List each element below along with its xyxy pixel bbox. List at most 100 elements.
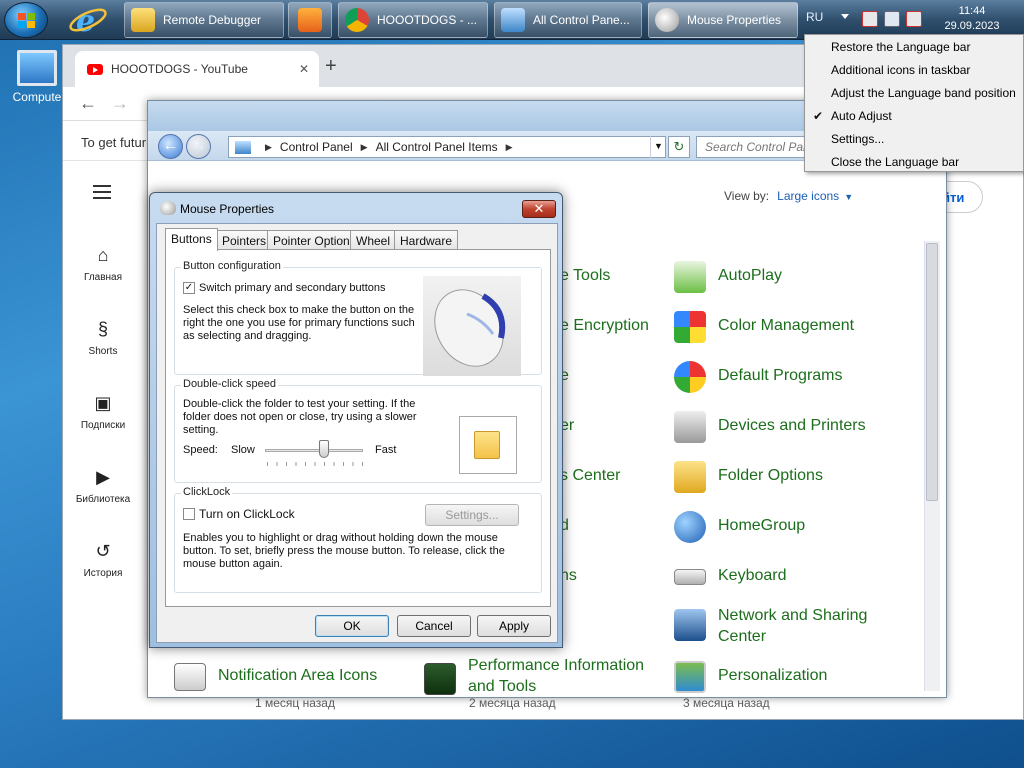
clicklock-group: ClickLock Turn on ClickLock Settings... … bbox=[174, 486, 542, 593]
tab-hardware[interactable]: Hardware bbox=[394, 230, 459, 250]
scrollbar-thumb[interactable] bbox=[926, 243, 938, 501]
media-player-icon bbox=[298, 8, 322, 32]
desktop-icon-computer[interactable]: Compute bbox=[8, 50, 66, 104]
tab-pointers[interactable]: Pointers bbox=[216, 230, 273, 250]
clicklock-checkbox[interactable] bbox=[183, 508, 195, 520]
subscriptions-icon: ▣ bbox=[94, 393, 112, 413]
menu-item-additional-icons[interactable]: Additional icons in taskbar bbox=[831, 63, 970, 77]
video-age: 2 месяца назад bbox=[469, 696, 556, 710]
breadcrumb-all-items[interactable]: All Control Panel Items bbox=[376, 140, 498, 154]
forward-arrow-icon[interactable]: → bbox=[186, 134, 211, 159]
view-by-dropdown[interactable]: Large icons bbox=[777, 189, 839, 203]
cp-item-partial[interactable]: e Tools bbox=[560, 265, 610, 286]
cp-item-color-management[interactable]: Color Management bbox=[718, 315, 854, 336]
taskbar-remote-debugger[interactable]: Remote Debugger bbox=[124, 2, 284, 38]
speed-slider-track[interactable] bbox=[265, 449, 363, 452]
cp-item-folder-options[interactable]: Folder Options bbox=[718, 465, 823, 486]
cp-item-devices-printers[interactable]: Devices and Printers bbox=[718, 415, 866, 436]
cp-item-performance[interactable]: Performance Information and Tools bbox=[468, 655, 658, 697]
menu-item-auto-adjust[interactable]: Auto Adjust bbox=[831, 109, 892, 123]
clicklock-settings-button[interactable]: Settings... bbox=[425, 504, 519, 526]
taskbar-chrome[interactable]: HOOOTDOGS - ... bbox=[338, 2, 488, 38]
language-indicator[interactable]: RU bbox=[806, 10, 823, 24]
menu-icon[interactable] bbox=[93, 185, 111, 199]
sidebar-item-home[interactable]: ⌂ Главная bbox=[63, 245, 143, 283]
performance-icon bbox=[424, 663, 456, 695]
desktop-icon-label: Compute bbox=[12, 90, 62, 104]
library-icon: ▶ bbox=[96, 467, 110, 487]
tab-buttons[interactable]: Buttons bbox=[165, 228, 218, 251]
browser-tab-youtube[interactable]: HOOOTDOGS - YouTube ✕ bbox=[75, 51, 319, 87]
network-icon[interactable] bbox=[884, 11, 900, 27]
color-management-icon bbox=[674, 311, 706, 343]
ok-button[interactable]: OK bbox=[315, 615, 389, 637]
computer-icon bbox=[17, 50, 57, 86]
breadcrumb-control-panel[interactable]: Control Panel bbox=[280, 140, 353, 154]
test-folder[interactable] bbox=[459, 416, 517, 474]
keyboard-icon bbox=[674, 569, 706, 585]
close-button[interactable]: ✕ bbox=[522, 200, 556, 218]
button-configuration-group: Button configuration ✓ Switch primary an… bbox=[174, 260, 542, 376]
internet-explorer-icon[interactable]: e bbox=[66, 2, 110, 39]
switch-buttons-checkbox[interactable]: ✓ bbox=[183, 282, 195, 294]
language-menu-arrow-icon[interactable] bbox=[841, 14, 849, 19]
close-icon[interactable]: ✕ bbox=[299, 62, 309, 76]
chevron-down-icon[interactable]: ▼ bbox=[844, 192, 853, 202]
tab-pointer-options[interactable]: Pointer Options bbox=[267, 230, 362, 250]
speed-label: Speed: bbox=[183, 444, 218, 456]
address-bar[interactable]: ▶ Control Panel ▶ All Control Panel Item… bbox=[228, 136, 666, 158]
action-center-flag-icon[interactable] bbox=[862, 11, 878, 27]
clock-date: 29.09.2023 bbox=[944, 20, 1000, 32]
menu-item-restore[interactable]: Restore the Language bar bbox=[831, 40, 970, 54]
tab-title: HOOOTDOGS - YouTube bbox=[111, 62, 248, 76]
start-button[interactable] bbox=[4, 2, 48, 38]
checkbox-label: Turn on ClickLock bbox=[199, 507, 295, 521]
back-arrow-icon[interactable]: ← bbox=[79, 93, 97, 114]
volume-muted-icon[interactable] bbox=[906, 11, 922, 27]
clock-time: 11:44 bbox=[958, 5, 986, 17]
mouse-image bbox=[423, 276, 521, 376]
taskbar-mouse-properties[interactable]: Mouse Properties bbox=[648, 2, 798, 38]
sidebar-item-shorts[interactable]: § Shorts bbox=[63, 319, 143, 357]
personalization-icon bbox=[674, 661, 706, 693]
cp-item-notification-icons[interactable]: Notification Area Icons bbox=[218, 665, 377, 686]
autoplay-icon bbox=[674, 261, 706, 293]
buttons-tab-panel: Button configuration ✓ Switch primary an… bbox=[165, 249, 551, 607]
sidebar-item-history[interactable]: ↺ История bbox=[63, 541, 143, 579]
cp-item-partial[interactable]: s Center bbox=[560, 465, 620, 486]
cp-item-default-programs[interactable]: Default Programs bbox=[718, 365, 843, 386]
tab-wheel[interactable]: Wheel bbox=[350, 230, 397, 250]
cp-item-homegroup[interactable]: HomeGroup bbox=[718, 515, 805, 536]
cp-item-network-sharing[interactable]: Network and Sharing Center bbox=[718, 605, 898, 647]
home-icon: ⌂ bbox=[97, 245, 109, 265]
taskbar-control-panel[interactable]: All Control Pane... bbox=[494, 2, 642, 38]
forward-arrow-icon[interactable]: → bbox=[111, 93, 129, 114]
video-age: 3 месяца назад bbox=[683, 696, 770, 710]
cp-item-keyboard[interactable]: Keyboard bbox=[718, 565, 787, 586]
cancel-button[interactable]: Cancel bbox=[397, 615, 471, 637]
cp-item-autoplay[interactable]: AutoPlay bbox=[718, 265, 782, 286]
taskbar-media-player[interactable] bbox=[288, 2, 332, 38]
infobar-text: To get futur bbox=[81, 135, 147, 150]
refresh-icon[interactable]: ↻ bbox=[668, 136, 690, 158]
clock[interactable]: 11:44 29.09.2023 bbox=[930, 4, 1014, 34]
default-programs-icon bbox=[674, 361, 706, 393]
address-dropdown-icon[interactable]: ▼ bbox=[650, 136, 666, 158]
menu-item-adjust-position[interactable]: Adjust the Language band position bbox=[831, 86, 1016, 100]
history-icon: ↺ bbox=[95, 541, 111, 561]
language-bar-menu: Restore the Language bar Additional icon… bbox=[804, 34, 1024, 172]
control-panel-icon bbox=[235, 140, 251, 154]
sidebar-item-subscriptions[interactable]: ▣ Подписки bbox=[63, 393, 143, 431]
new-tab-icon[interactable]: + bbox=[325, 55, 337, 78]
chrome-icon bbox=[345, 8, 369, 32]
menu-item-close[interactable]: Close the Language bar bbox=[831, 155, 959, 169]
checkbox-label: Switch primary and secondary buttons bbox=[199, 282, 386, 294]
menu-item-settings[interactable]: Settings... bbox=[831, 132, 884, 146]
cp-item-personalization[interactable]: Personalization bbox=[718, 665, 827, 686]
sidebar-item-library[interactable]: ▶ Библиотека bbox=[63, 467, 143, 505]
back-arrow-icon[interactable]: ← bbox=[158, 134, 183, 159]
cp-item-partial[interactable]: e Encryption bbox=[560, 315, 649, 336]
apply-button[interactable]: Apply bbox=[477, 615, 551, 637]
description: Double-click the folder to test your set… bbox=[183, 398, 417, 436]
speed-slider-thumb[interactable] bbox=[318, 440, 329, 458]
